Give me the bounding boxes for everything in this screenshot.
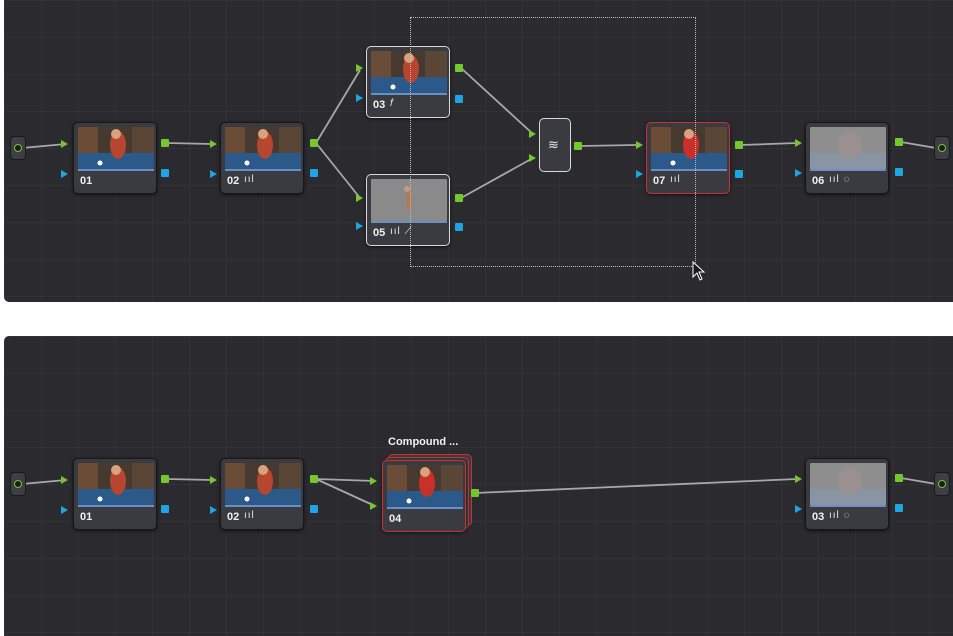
- node-02[interactable]: 02 ııl: [220, 458, 304, 530]
- rgb-output-port[interactable]: [310, 475, 318, 483]
- node-01[interactable]: 01: [73, 458, 157, 530]
- source-dot: [14, 144, 22, 152]
- rgb-input-arrow[interactable]: [61, 476, 68, 484]
- output-dot: [938, 144, 946, 152]
- rgb-input-arrow[interactable]: [210, 476, 217, 484]
- output-dot: [938, 480, 946, 488]
- rgb-output-port[interactable]: [310, 139, 318, 147]
- node-label: 03: [373, 99, 386, 111]
- key-output-port[interactable]: [895, 168, 903, 176]
- rgb-output-port[interactable]: [471, 489, 479, 497]
- rgb-output-port[interactable]: [161, 139, 169, 147]
- key-input-arrow[interactable]: [210, 170, 217, 178]
- output[interactable]: [934, 136, 950, 160]
- rgb-input-arrow[interactable]: [210, 140, 217, 148]
- node-bar: [225, 169, 301, 171]
- key-output-port[interactable]: [310, 169, 318, 177]
- key-input-arrow[interactable]: [356, 94, 363, 102]
- node-graph-after[interactable]: 01 02 ııl Compound ... 04 03 ııl ◌: [4, 336, 953, 636]
- node-thumbnail: [387, 465, 463, 507]
- rgb-output-port[interactable]: [895, 138, 903, 146]
- node-02[interactable]: 02 ııl: [220, 122, 304, 194]
- node-thumbnail: [78, 127, 154, 169]
- node-bar: [810, 505, 886, 507]
- power-window-icon: ııl ◌: [829, 510, 851, 521]
- rgb-input-arrow[interactable]: [356, 194, 363, 202]
- custom-curve-icon: 𝑓: [390, 98, 395, 109]
- node-06[interactable]: 06 ııl ◌: [805, 122, 889, 194]
- output[interactable]: [934, 472, 950, 496]
- node-label: 01: [80, 175, 93, 187]
- node-thumbnail: [810, 463, 886, 505]
- key-output-port[interactable]: [310, 505, 318, 513]
- node-bar: [810, 169, 886, 171]
- node-label: 02: [227, 175, 240, 187]
- rgb-input-arrow[interactable]: [795, 139, 802, 147]
- node-label: 01: [80, 511, 93, 523]
- node-thumbnail: [225, 127, 301, 169]
- power-window-icon: ııl ◌: [829, 174, 851, 185]
- key-input-arrow[interactable]: [795, 505, 802, 513]
- key-output-port[interactable]: [735, 170, 743, 178]
- key-input-arrow[interactable]: [356, 222, 363, 230]
- rgb-input-arrow[interactable]: [370, 477, 377, 485]
- rgb-input-arrow[interactable]: [61, 140, 68, 148]
- rgb-output-port[interactable]: [735, 141, 743, 149]
- key-input-arrow[interactable]: [210, 506, 217, 514]
- node-label: 05: [373, 227, 386, 239]
- source-input[interactable]: [10, 136, 26, 160]
- compound-node-title: Compound ...: [388, 436, 459, 448]
- node-label: 03: [812, 511, 825, 523]
- rgb-output-port[interactable]: [161, 475, 169, 483]
- pointer-cursor-icon: [692, 261, 706, 281]
- source-input[interactable]: [10, 472, 26, 496]
- node-bar: [387, 507, 463, 509]
- node-thumbnail: [810, 127, 886, 169]
- node-03[interactable]: 03 ııl ◌: [805, 458, 889, 530]
- source-dot: [14, 480, 22, 488]
- key-input-arrow[interactable]: [795, 169, 802, 177]
- key-input-arrow[interactable]: [61, 506, 68, 514]
- node-label: 06: [812, 175, 825, 187]
- rgb-input-arrow[interactable]: [370, 502, 377, 510]
- rgb-output-port[interactable]: [895, 474, 903, 482]
- curves-icon: ııl: [244, 510, 255, 521]
- node-thumbnail: [78, 463, 154, 505]
- node-01[interactable]: 01: [73, 122, 157, 194]
- node-graph-before[interactable]: 01 02 ııl 03 𝑓 05 ııl ⟋ ≋ 07 ııl 06 ııl …: [4, 0, 953, 302]
- key-output-port[interactable]: [161, 169, 169, 177]
- node-bar: [78, 169, 154, 171]
- selection-marquee: [410, 17, 696, 267]
- compound-node-04[interactable]: 04: [382, 460, 466, 532]
- rgb-input-arrow[interactable]: [795, 475, 802, 483]
- node-label: 04: [389, 513, 402, 525]
- key-input-arrow[interactable]: [61, 170, 68, 178]
- curves-icon: ııl: [244, 174, 255, 185]
- key-output-port[interactable]: [895, 504, 903, 512]
- node-bar: [225, 505, 301, 507]
- node-thumbnail: [225, 463, 301, 505]
- node-bar: [78, 505, 154, 507]
- key-output-port[interactable]: [161, 505, 169, 513]
- node-label: 02: [227, 511, 240, 523]
- rgb-input-arrow[interactable]: [356, 64, 363, 72]
